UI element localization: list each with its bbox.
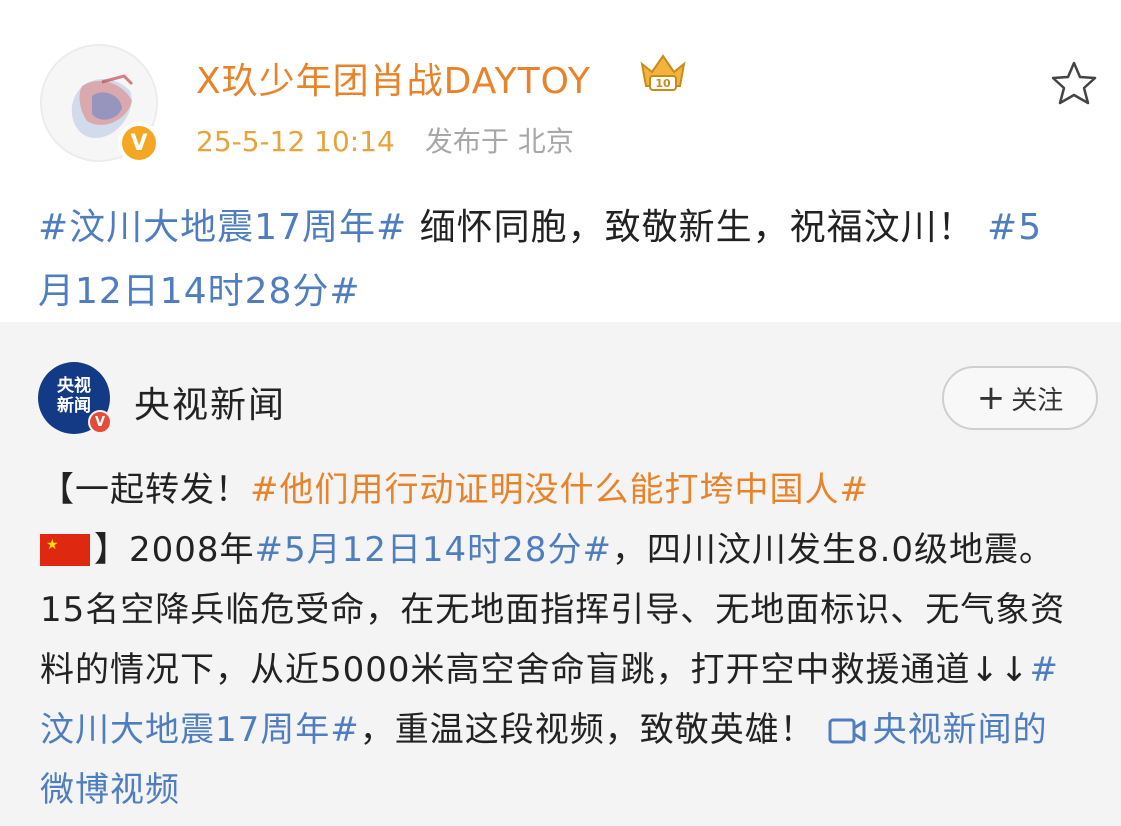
post-body: 缅怀同胞，致敬新生，祝福汶川！ [407, 207, 988, 248]
vip-crown-icon: 10 [640, 54, 686, 91]
hashtag-link[interactable]: #5月12日14时28分# [255, 530, 612, 570]
avatar-text: 央视 [57, 376, 91, 396]
post-meta: 25-5-12 10:14 发布于 北京 [196, 120, 574, 160]
repost-text-segment: 2008年 [129, 530, 255, 570]
china-flag-icon: ★ [40, 534, 90, 566]
verified-badge-icon: V [88, 410, 112, 434]
hashtag-link[interactable]: #他们用行动证明没什么能打垮中国人# [250, 470, 869, 510]
reposted-card[interactable]: 央视 新闻 V 央视新闻 + 关注 【一起转发！#他们用行动证明没什么能打垮中国… [0, 322, 1121, 826]
vip-level: 10 [655, 77, 671, 90]
post-text: #汶川大地震17周年# 缅怀同胞，致敬新生，祝福汶川！ #5月12日14时28分… [38, 196, 1078, 324]
repost-text-segment: 【一起转发！ [40, 470, 250, 510]
verified-badge-icon: V [118, 122, 160, 164]
hashtag-link[interactable]: #汶川大地震17周年# [38, 207, 407, 248]
post-timestamp: 25-5-12 10:14 [196, 125, 395, 158]
follow-button[interactable]: + 关注 [942, 366, 1098, 430]
repost-text: 【一起转发！#他们用行动证明没什么能打垮中国人# ★ 】2008年#5月12日14… [40, 460, 1080, 820]
follow-label: 关注 [1011, 385, 1064, 416]
favorite-star-icon[interactable] [1048, 58, 1100, 110]
post-location: 发布于 北京 [424, 125, 574, 158]
repost-text-segment: ，重温这段视频，致敬英雄！ [359, 710, 827, 750]
repost-author-name[interactable]: 央视新闻 [134, 376, 286, 428]
plus-icon: + [976, 378, 1006, 418]
username[interactable]: X玖少年团肖战DAYTOY [196, 52, 591, 104]
repost-text-segment: 】 [94, 530, 129, 570]
video-camera-icon [828, 718, 866, 744]
weibo-post: V X玖少年团肖战DAYTOY 10 25-5-12 10:14 发布于 北京 #… [0, 0, 1121, 322]
